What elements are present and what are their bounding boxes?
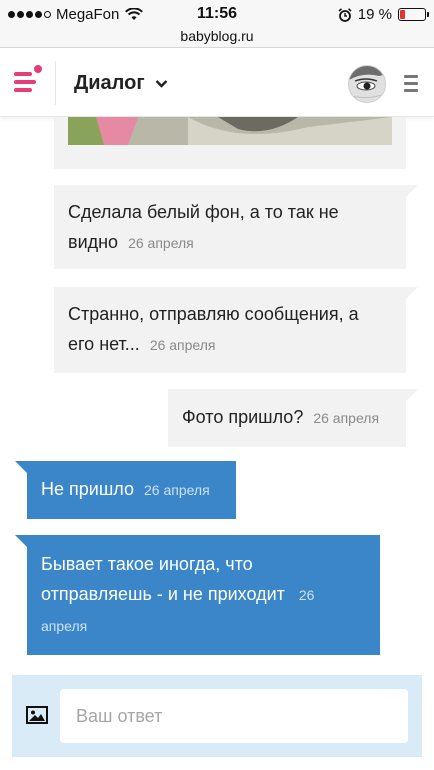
message-time: 26 апреля	[149, 337, 216, 353]
bubble-tail	[406, 287, 418, 299]
alarm-clock-icon	[338, 7, 352, 22]
battery-level	[400, 10, 405, 19]
message-text: Странно, отправляю сообщения, а	[68, 304, 359, 324]
message-text: Фото пришло?	[182, 407, 304, 427]
bubble-tail	[15, 461, 27, 473]
bubble-tail	[406, 389, 418, 401]
bubble-tail	[15, 535, 27, 547]
reply-input[interactable]	[60, 689, 408, 743]
battery-percent: 19 %	[357, 6, 392, 23]
url-text: babyblog.ru	[180, 28, 254, 44]
message-bubble-incoming: Фото пришло? 26 апреля	[168, 389, 418, 447]
chevron-down-icon	[155, 80, 168, 88]
reply-composer	[12, 675, 422, 757]
notification-dot-icon	[34, 65, 42, 73]
message-text-cont: его нет...	[68, 334, 140, 354]
dialog-header: Диалог	[0, 49, 434, 117]
message-list[interactable]: Сделала белый фон, а то так не видно 26 а…	[0, 117, 434, 675]
menu-button[interactable]	[14, 65, 42, 95]
page-title: Диалог	[74, 72, 145, 94]
menu-bar-bottom	[14, 88, 32, 92]
bubble-tail	[406, 185, 418, 197]
message-bubble-outgoing: Не пришло 26 апреля	[15, 461, 236, 519]
message-time-month: апреля	[41, 618, 88, 634]
status-bar: MegaFon 11:56 19 %	[0, 0, 434, 28]
message-time: 26 апреля	[313, 410, 380, 426]
url-bar[interactable]: babyblog.ru	[0, 28, 434, 48]
message-time: 26 апреля	[128, 235, 194, 251]
message-bubble-incoming: Странно, отправляю сообщения, а его нет.…	[54, 287, 418, 373]
menu-bar-top	[14, 72, 32, 76]
message-text: Бывает такое иногда, что	[41, 554, 253, 574]
message-time-day: 26	[298, 587, 315, 603]
message-text-cont: отправляешь - и не приходит	[41, 584, 285, 604]
message-photo[interactable]	[68, 117, 392, 145]
photo-image	[68, 117, 392, 145]
menu-bar-middle	[14, 80, 36, 84]
status-right: 19 %	[338, 6, 429, 23]
header-divider	[55, 61, 56, 105]
photo-message	[54, 117, 406, 169]
avatar-face-icon	[349, 66, 385, 102]
dialog-title-dropdown[interactable]: Диалог	[74, 72, 168, 95]
user-menu-icon[interactable]	[404, 75, 418, 93]
message-text: Сделала белый фон, а то так не	[68, 202, 339, 222]
message-time: 26 апреля	[143, 482, 210, 498]
message-bubble-outgoing: Бывает такое иногда, что отправляешь - и…	[15, 535, 380, 655]
avatar[interactable]	[348, 65, 386, 103]
message-text-cont: видно	[68, 232, 119, 252]
battery-icon	[398, 8, 429, 21]
message-bubble-incoming: Сделала белый фон, а то так не видно 26 а…	[54, 185, 418, 269]
message-text: Не пришло	[41, 479, 134, 499]
image-attach-icon[interactable]	[26, 706, 48, 724]
